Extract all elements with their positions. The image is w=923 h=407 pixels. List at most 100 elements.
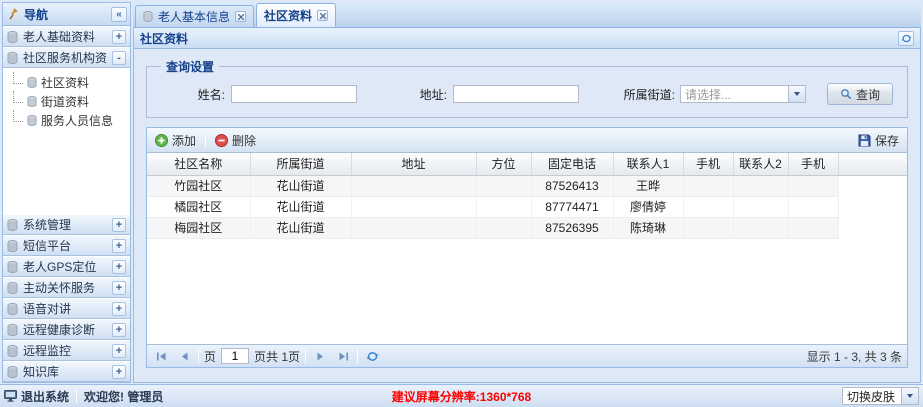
column-header[interactable]: 手机 xyxy=(788,153,838,175)
expand-icon[interactable]: + xyxy=(112,30,126,44)
cell-filler xyxy=(838,175,907,196)
cell-address xyxy=(351,196,476,217)
first-page-icon[interactable] xyxy=(152,347,170,365)
monitor-icon xyxy=(4,390,17,402)
table-row[interactable]: 竹园社区 花山街道 87526413 王晔 xyxy=(147,175,907,196)
page-number-input[interactable] xyxy=(221,348,249,364)
expand-icon[interactable]: + xyxy=(112,323,126,337)
sidebar-tree-item[interactable]: 社区资料 xyxy=(13,73,128,92)
pager-separator xyxy=(305,349,306,363)
navigation-header: 导航 « xyxy=(3,3,130,26)
sidebar-group-label: 知识库 xyxy=(23,363,107,380)
sidebar-tree-item-label: 社区资料 xyxy=(41,74,89,91)
expand-icon[interactable]: + xyxy=(112,302,126,316)
tab-label: 社区资料 xyxy=(264,7,312,24)
next-page-icon[interactable] xyxy=(311,347,329,365)
column-header[interactable]: 联系人2 xyxy=(733,153,788,175)
sidebar-group[interactable]: 主动关怀服务 + xyxy=(3,277,130,298)
chevron-down-icon[interactable] xyxy=(788,86,805,102)
add-icon xyxy=(155,134,168,147)
add-button-label: 添加 xyxy=(172,132,196,149)
cell-community-name: 竹园社区 xyxy=(147,175,250,196)
sidebar-group[interactable]: 系统管理 + xyxy=(3,214,130,235)
sidebar-bottom-groups: 系统管理 + 短信平台 + 老人GPS定位 + 主动关怀服务 + xyxy=(3,214,130,382)
cell-community-name: 梅园社区 xyxy=(147,217,250,238)
cell-street: 花山街道 xyxy=(250,175,351,196)
status-bar: 退出系统 欢迎您! 管理员 建议屏幕分辨率:1360*768 切换皮肤 xyxy=(0,384,923,407)
tab-elder-basic-info[interactable]: 老人基本信息 xyxy=(135,5,254,27)
refresh-icon[interactable] xyxy=(898,31,914,46)
expand-icon[interactable]: + xyxy=(112,260,126,274)
sidebar-group-elder-base[interactable]: 老人基础资料 + xyxy=(3,26,130,47)
column-header[interactable]: 固定电话 xyxy=(531,153,613,175)
expand-icon[interactable]: + xyxy=(112,365,126,379)
delete-button[interactable]: 删除 xyxy=(212,130,259,151)
column-header[interactable]: 手机 xyxy=(683,153,733,175)
cell-address xyxy=(351,175,476,196)
close-icon[interactable] xyxy=(317,10,328,21)
column-header[interactable]: 社区名称 xyxy=(147,153,250,175)
street-select[interactable]: 请选择... xyxy=(680,85,806,103)
pager-separator xyxy=(357,349,358,363)
column-header[interactable]: 方位 xyxy=(476,153,531,175)
address-input[interactable] xyxy=(453,85,579,103)
cell-direction xyxy=(476,175,531,196)
expand-icon[interactable]: + xyxy=(112,344,126,358)
delete-button-label: 删除 xyxy=(232,132,256,149)
add-button[interactable]: 添加 xyxy=(152,130,199,151)
database-icon xyxy=(7,303,18,315)
tab-community-info[interactable]: 社区资料 xyxy=(256,3,336,27)
navigation-panel: 导航 « 老人基础资料 + 社区服务机构资料 - 社区资料 街道资料 xyxy=(2,2,131,383)
column-header[interactable]: 地址 xyxy=(351,153,476,175)
search-button-label: 查询 xyxy=(856,86,880,103)
address-label: 地址: xyxy=(402,86,447,103)
last-page-icon[interactable] xyxy=(334,347,352,365)
save-icon xyxy=(858,134,871,147)
database-icon xyxy=(27,77,37,88)
sidebar-group[interactable]: 老人GPS定位 + xyxy=(3,256,130,277)
expand-icon[interactable]: + xyxy=(112,239,126,253)
cell-mobile2 xyxy=(788,196,838,217)
database-icon xyxy=(7,366,18,378)
sidebar-tree-item[interactable]: 服务人员信息 xyxy=(13,111,128,130)
navigation-title: 导航 xyxy=(24,6,107,23)
collapse-icon[interactable]: - xyxy=(112,51,126,65)
cell-mobile1 xyxy=(683,196,733,217)
sidebar-group[interactable]: 短信平台 + xyxy=(3,235,130,256)
community-grid-panel: 添加 删除 保存 xyxy=(146,127,908,368)
search-icon xyxy=(840,88,852,100)
expand-icon[interactable]: + xyxy=(112,281,126,295)
sidebar-group[interactable]: 远程健康诊断 + xyxy=(3,319,130,340)
refresh-icon[interactable] xyxy=(363,347,381,365)
cell-filler xyxy=(838,196,907,217)
grid-toolbar: 添加 删除 保存 xyxy=(147,128,907,153)
database-icon xyxy=(7,345,18,357)
community-table: 社区名称 所属街道 地址 方位 固定电话 联系人1 手机 联系人2 手机 xyxy=(147,153,907,239)
column-header[interactable]: 所属街道 xyxy=(250,153,351,175)
table-header: 社区名称 所属街道 地址 方位 固定电话 联系人1 手机 联系人2 手机 xyxy=(147,153,907,175)
chevron-down-icon[interactable] xyxy=(901,388,918,404)
column-header[interactable]: 联系人1 xyxy=(613,153,683,175)
cell-contact1: 王晔 xyxy=(613,175,683,196)
sidebar-group[interactable]: 远程监控 + xyxy=(3,340,130,361)
name-input[interactable] xyxy=(231,85,357,103)
table-row[interactable]: 橘园社区 花山街道 87774471 廖倩婷 xyxy=(147,196,907,217)
prev-page-icon[interactable] xyxy=(175,347,193,365)
sidebar-group[interactable]: 语音对讲 + xyxy=(3,298,130,319)
sidebar-group-community-orgs[interactable]: 社区服务机构资料 - xyxy=(3,47,130,68)
sidebar-group-label: 远程监控 xyxy=(23,342,107,359)
table-row[interactable]: 梅园社区 花山街道 87526395 陈琦琳 xyxy=(147,217,907,238)
name-label: 姓名: xyxy=(157,86,225,103)
query-settings-legend: 查询设置 xyxy=(161,58,219,75)
expand-icon[interactable]: + xyxy=(112,218,126,232)
skin-select[interactable]: 切换皮肤 xyxy=(842,387,919,405)
close-icon[interactable] xyxy=(235,11,246,22)
search-button[interactable]: 查询 xyxy=(827,83,893,105)
sidebar-group-label: 老人GPS定位 xyxy=(23,258,107,275)
sidebar-group[interactable]: 知识库 + xyxy=(3,361,130,382)
sidebar-tree-item[interactable]: 街道资料 xyxy=(13,92,128,111)
save-button[interactable]: 保存 xyxy=(855,130,902,151)
tree-elbow-line xyxy=(13,72,23,84)
collapse-sidebar-button[interactable]: « xyxy=(111,7,127,22)
logout-button[interactable]: 退出系统 xyxy=(4,388,69,405)
